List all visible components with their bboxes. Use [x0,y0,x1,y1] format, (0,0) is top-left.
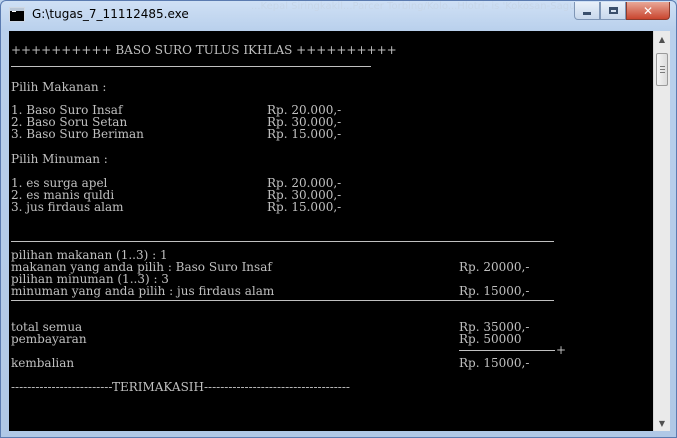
food-item-1: 1. Baso Suro Insaf [11,103,123,117]
console-window: G:\tugas_7_11112485.exe ...Kepal Siringk… [0,0,677,438]
drink-item-2: 2. es manis quldi [11,188,115,202]
food-choice-price: Rp. 20000,- [459,260,530,274]
window-title: G:\tugas_7_11112485.exe [32,7,189,21]
console-app-icon[interactable] [9,7,25,22]
change-value: Rp. 15000,- [459,356,530,370]
drink-choice: minuman yang anda pilih : jus firdaus al… [11,284,275,298]
grip-line [660,69,665,70]
arrow-up-icon: ▲ [658,34,666,44]
caption-buttons: ✕ [574,2,670,22]
order-bottom-rule [11,300,554,301]
minimize-button[interactable] [574,2,600,20]
drink-price-3: Rp. 15.000,- [267,200,342,214]
drink-price-1: Rp. 20.000,- [267,176,342,190]
grip-line [660,72,665,73]
food-prompt: pilihan makanan (1..3) : 1 [11,248,168,262]
scroll-thumb[interactable] [656,53,668,86]
drink-item-1: 1. es surga apel [11,176,108,190]
arrow-down-icon: ▼ [658,418,666,428]
drink-item-3: 3. jus firdaus alam [11,200,124,214]
total-value: Rp. 35000,- [459,320,530,334]
drink-heading: Pilih Minuman : [11,152,108,166]
food-item-3: 3. Baso Suro Beriman [11,127,144,141]
header-line: ++++++++++ BASO SURO TULUS IKHLAS ++++++… [11,43,397,57]
console-output[interactable]: ++++++++++ BASO SURO TULUS IKHLAS ++++++… [9,31,652,431]
payment-label: pembayaran [11,332,87,346]
total-label: total semua [11,320,83,334]
background-window-ghost-text: ...Kepal Siringkakil...Parcer Torbing/Ko… [251,1,581,12]
minimize-icon [583,12,591,15]
vertical-scrollbar[interactable]: ▲ ▼ [653,31,670,431]
footer-thanks: -------------------------TERIMAKASIH----… [11,380,350,394]
drink-choice-price: Rp. 15000,- [459,284,530,298]
header-rule [11,66,371,67]
plus-sign: + [556,343,567,357]
subtraction-rule [459,350,555,351]
close-icon: ✕ [642,3,654,18]
console-client-area[interactable]: ++++++++++ BASO SURO TULUS IKHLAS ++++++… [9,31,670,431]
food-price-2: Rp. 30.000,- [267,115,342,129]
close-button[interactable]: ✕ [626,2,670,20]
change-label: kembalian [11,356,75,370]
order-top-rule [11,241,554,242]
payment-value: Rp. 50000 [459,332,522,346]
food-item-2: 2. Baso Soru Setan [11,115,128,129]
drink-price-2: Rp. 30.000,- [267,188,342,202]
grip-line [660,66,665,67]
food-heading: Pilih Makanan : [11,80,107,94]
food-price-1: Rp. 20.000,- [267,103,342,117]
scroll-down-button[interactable]: ▼ [654,415,670,431]
food-choice: makanan yang anda pilih : Baso Suro Insa… [11,260,272,274]
maximize-button[interactable] [600,2,626,20]
drink-prompt: pilihan minuman (1..3) : 3 [11,272,169,286]
scroll-up-button[interactable]: ▲ [654,31,670,47]
food-price-3: Rp. 15.000,- [267,127,342,141]
title-bar[interactable]: G:\tugas_7_11112485.exe ...Kepal Siringk… [1,1,676,29]
maximize-icon [608,7,618,14]
